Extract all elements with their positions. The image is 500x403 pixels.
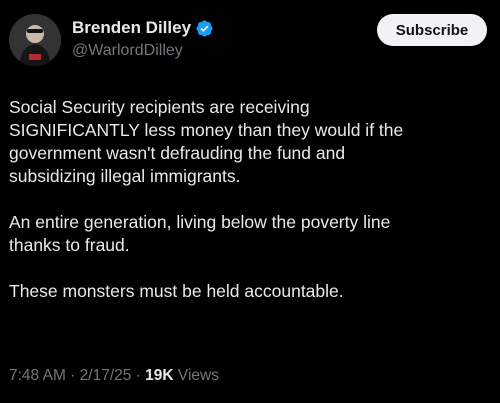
author-display-name[interactable]: Brenden Dilley: [72, 17, 191, 39]
verified-badge-icon: [195, 19, 214, 38]
author-handle[interactable]: @WarlordDilley: [72, 41, 183, 61]
subscribe-button[interactable]: Subscribe: [377, 14, 487, 46]
tweet-text: Social Security recipients are receiving…: [9, 96, 489, 326]
meta-separator: ·: [131, 367, 146, 384]
tweet-paragraph: Social Security recipients are receiving…: [9, 97, 404, 186]
tweet-paragraph: An entire generation, living below the p…: [9, 212, 391, 255]
tweet-date[interactable]: 2/17/25: [80, 367, 132, 384]
tweet-time[interactable]: 7:48 AM: [9, 367, 66, 384]
meta-separator: ·: [65, 367, 80, 384]
tweet-card: Brenden Dilley @WarlordDilley Subscribe …: [0, 0, 500, 403]
tweet-paragraph: These monsters must be held accountable.: [9, 281, 344, 301]
avatar[interactable]: [9, 14, 61, 66]
author-name-row: Brenden Dilley: [72, 17, 214, 39]
views-count: 19K: [145, 367, 174, 384]
tweet-meta: 7:48 AM · 2/17/25 · 19K Views: [9, 366, 219, 386]
avatar-image: [9, 14, 61, 66]
views-label: Views: [173, 367, 219, 384]
